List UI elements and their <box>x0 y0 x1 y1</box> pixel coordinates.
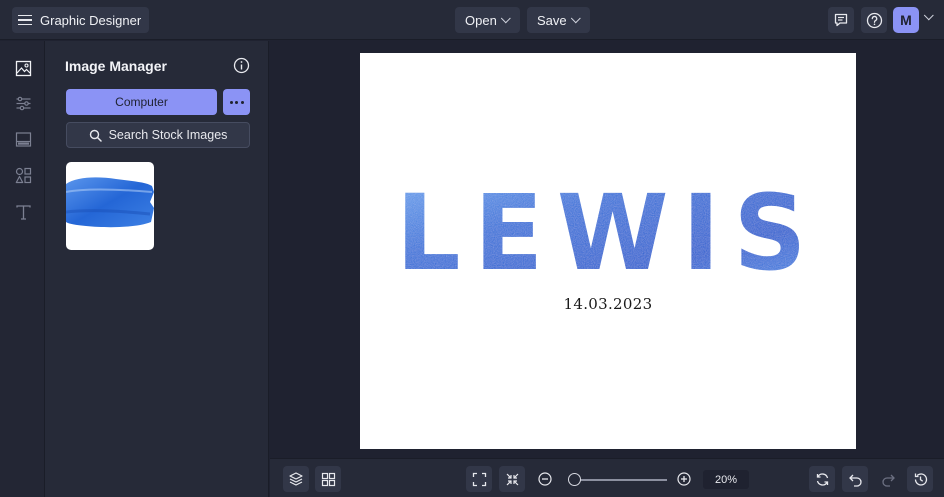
rail-image-manager[interactable] <box>12 57 34 79</box>
text-icon <box>15 204 31 220</box>
grid-icon <box>321 472 335 486</box>
shapes-icon <box>15 167 31 183</box>
fit-to-screen-button[interactable] <box>466 466 492 492</box>
app-title: Graphic Designer <box>40 12 142 28</box>
top-bar: Graphic Designer Open Save M <box>0 0 944 40</box>
layers-icon <box>289 472 303 486</box>
redo-icon <box>881 474 895 487</box>
layout-icon <box>15 131 31 147</box>
undo-button[interactable] <box>842 466 868 492</box>
headline-text: LEWIS <box>396 172 820 281</box>
chevron-down-icon <box>500 12 511 23</box>
history-icon <box>914 472 927 486</box>
zoom-value[interactable]: 20% <box>703 470 749 489</box>
zoom-slider-track[interactable] <box>570 479 667 481</box>
grid-button[interactable] <box>315 466 341 492</box>
undo-icon <box>848 474 862 487</box>
open-label: Open <box>465 12 497 28</box>
upload-from-computer-button[interactable]: Computer <box>66 89 217 115</box>
artboard[interactable]: LEWIS 14.03.2023 <box>360 53 856 449</box>
more-upload-options-button[interactable] <box>223 89 250 115</box>
help-icon <box>866 12 882 28</box>
shrink-icon <box>506 473 518 485</box>
bottom-toolbar: 20% <box>270 458 944 497</box>
search-icon <box>89 129 102 142</box>
headline-watercolor-text[interactable]: LEWIS <box>360 171 856 281</box>
zoom-slider-handle[interactable] <box>568 473 582 486</box>
info-icon[interactable] <box>233 57 250 74</box>
user-avatar[interactable]: M <box>893 7 919 33</box>
dot <box>229 100 233 104</box>
image-icon <box>15 60 31 76</box>
rail-adjustments[interactable] <box>12 92 34 114</box>
tool-rail <box>0 41 45 497</box>
chevron-down-icon <box>570 12 581 23</box>
search-stock-label: Search Stock Images <box>108 128 228 142</box>
hamburger-icon <box>18 14 32 26</box>
rail-text[interactable] <box>12 201 34 223</box>
watercolor-stroke-image <box>66 177 154 228</box>
account-chevron-down-icon[interactable] <box>923 10 934 21</box>
dot <box>235 100 238 104</box>
main-menu-button[interactable]: Graphic Designer <box>12 7 150 33</box>
panel-title: Image Manager <box>65 58 167 74</box>
save-label: Save <box>537 12 567 28</box>
rail-layout[interactable] <box>12 128 34 150</box>
actual-size-button[interactable] <box>499 466 525 492</box>
refresh-icon <box>816 472 828 486</box>
open-dropdown-button[interactable]: Open <box>455 7 520 33</box>
help-button[interactable] <box>861 7 887 33</box>
zoom-in-icon[interactable] <box>677 472 691 486</box>
canvas-area: LEWIS 14.03.2023 <box>270 41 944 458</box>
reset-button[interactable] <box>809 466 835 492</box>
date-text[interactable]: 14.03.2023 <box>360 295 856 313</box>
expand-icon <box>472 472 486 486</box>
zoom-out-icon[interactable] <box>538 472 552 486</box>
feedback-button[interactable] <box>828 7 854 33</box>
sliders-icon <box>16 96 30 110</box>
rail-graphics[interactable] <box>12 164 34 186</box>
history-button[interactable] <box>907 466 933 492</box>
search-stock-images-button[interactable]: Search Stock Images <box>66 122 250 148</box>
dot <box>240 100 244 104</box>
image-thumbnail[interactable] <box>66 162 154 250</box>
redo-button[interactable] <box>875 466 901 492</box>
layers-button[interactable] <box>283 466 309 492</box>
image-manager-panel: Image Manager Computer Search Stock Imag… <box>45 41 269 497</box>
save-dropdown-button[interactable]: Save <box>527 7 590 33</box>
feedback-icon <box>834 13 848 27</box>
